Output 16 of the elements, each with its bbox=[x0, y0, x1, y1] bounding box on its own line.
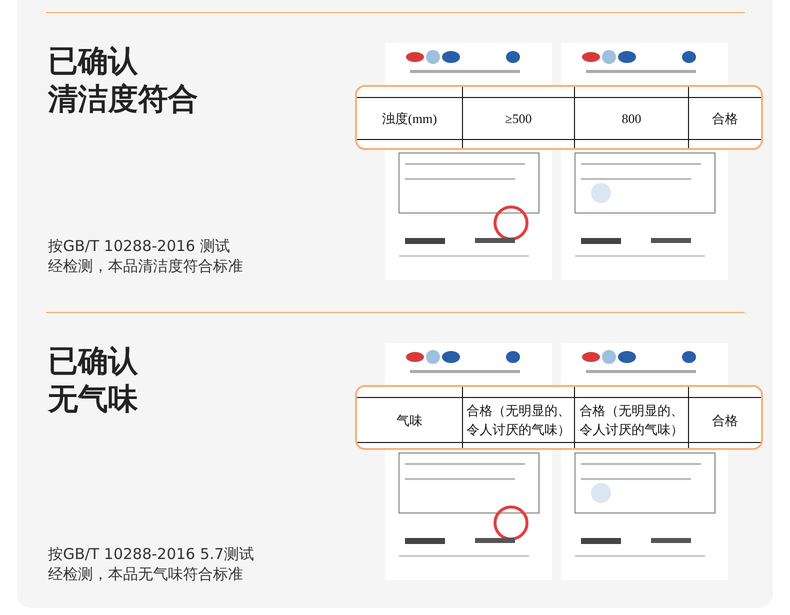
description-text: 按GB/T 10288-2016 测试 bbox=[48, 236, 231, 256]
table-cell: 合格（无明显的、令人讨厌的气味） bbox=[575, 398, 689, 443]
table-cell: ≥500 bbox=[463, 98, 575, 140]
table-cell: 浊度(mm) bbox=[357, 98, 463, 140]
section-title: 已确认 bbox=[48, 343, 139, 381]
section-title: 清洁度符合 bbox=[48, 81, 199, 119]
section-title: 已确认 bbox=[48, 43, 139, 81]
description-text: 按GB/T 10288-2016 5.7测试 bbox=[48, 544, 255, 564]
table-cell: 800 bbox=[575, 98, 689, 140]
table-cell: 合格 bbox=[689, 398, 761, 443]
description-text: 经检测，本品清洁度符合标准 bbox=[48, 256, 244, 276]
table-cell: 合格（无明显的、令人讨厌的气味） bbox=[463, 398, 575, 443]
section-title: 无气味 bbox=[48, 381, 139, 419]
description-text: 经检测，本品无气味符合标准 bbox=[48, 564, 244, 584]
table-cell: 合格 bbox=[689, 98, 761, 140]
table-cell: 气味 bbox=[357, 398, 463, 443]
